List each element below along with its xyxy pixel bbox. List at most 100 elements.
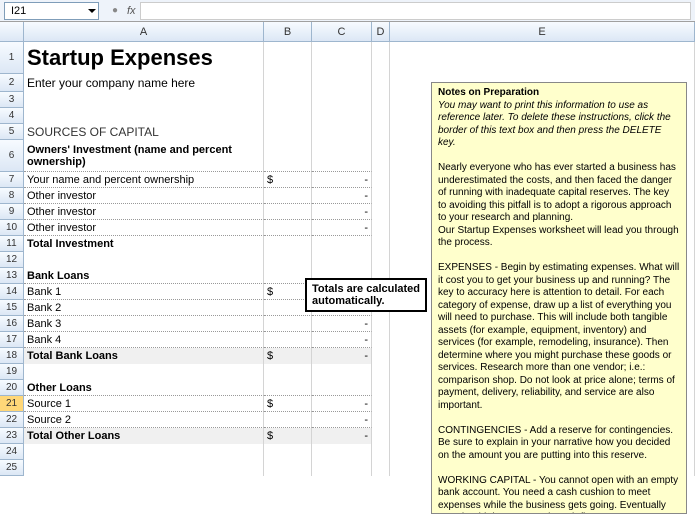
fx-icon[interactable]: fx xyxy=(127,5,136,17)
cell[interactable] xyxy=(264,188,312,204)
cell[interactable] xyxy=(372,188,390,204)
cell[interactable]: Owners' Investment (name and percent own… xyxy=(24,140,264,172)
cell[interactable]: SOURCES OF CAPITAL xyxy=(24,124,264,140)
cell[interactable] xyxy=(372,412,390,428)
cell[interactable]: - xyxy=(312,204,372,220)
cell[interactable] xyxy=(312,364,372,380)
cell[interactable] xyxy=(372,316,390,332)
cell[interactable] xyxy=(264,444,312,460)
cell[interactable]: - xyxy=(312,332,372,348)
cell[interactable] xyxy=(264,380,312,396)
row-header[interactable]: 10 xyxy=(0,220,24,236)
cell[interactable] xyxy=(264,460,312,476)
cell[interactable] xyxy=(372,124,390,140)
cell[interactable]: - xyxy=(312,316,372,332)
cell[interactable] xyxy=(372,204,390,220)
cell[interactable] xyxy=(24,364,264,380)
cell[interactable] xyxy=(372,364,390,380)
cell[interactable] xyxy=(372,444,390,460)
cell[interactable]: Other investor xyxy=(24,204,264,220)
cell[interactable]: Source 2 xyxy=(24,412,264,428)
row-header[interactable]: 21 xyxy=(0,396,24,412)
cell[interactable] xyxy=(372,396,390,412)
cell[interactable] xyxy=(24,444,264,460)
cell[interactable]: Startup Expenses xyxy=(24,42,264,74)
cell[interactable]: - xyxy=(312,220,372,236)
cell[interactable] xyxy=(312,460,372,476)
cell[interactable] xyxy=(264,92,312,108)
col-header-a[interactable]: A xyxy=(24,22,264,42)
cell[interactable]: $ xyxy=(264,348,312,364)
chevron-down-icon[interactable] xyxy=(88,9,96,13)
row-header[interactable]: 15 xyxy=(0,300,24,316)
row-header[interactable]: 2 xyxy=(0,74,24,92)
cell[interactable]: Total Other Loans xyxy=(24,428,264,444)
cell[interactable] xyxy=(264,140,312,172)
cell[interactable] xyxy=(372,348,390,364)
cell[interactable] xyxy=(264,74,312,92)
cell[interactable] xyxy=(372,460,390,476)
cell[interactable] xyxy=(24,252,264,268)
row-header[interactable]: 14 xyxy=(0,284,24,300)
row-header[interactable]: 6 xyxy=(0,140,24,172)
cell[interactable] xyxy=(24,92,264,108)
row-header[interactable]: 5 xyxy=(0,124,24,140)
cell[interactable]: Total Bank Loans xyxy=(24,348,264,364)
cell[interactable] xyxy=(24,108,264,124)
cell[interactable] xyxy=(312,108,372,124)
cell[interactable] xyxy=(264,412,312,428)
cell[interactable] xyxy=(390,42,695,74)
cell[interactable] xyxy=(372,108,390,124)
cell[interactable]: Bank 3 xyxy=(24,316,264,332)
cell[interactable] xyxy=(372,74,390,92)
cell[interactable] xyxy=(312,444,372,460)
cell[interactable] xyxy=(264,220,312,236)
cell[interactable] xyxy=(264,108,312,124)
row-header[interactable]: 17 xyxy=(0,332,24,348)
cell[interactable] xyxy=(24,460,264,476)
cell[interactable]: $ xyxy=(264,428,312,444)
cell[interactable]: Source 1 xyxy=(24,396,264,412)
row-header[interactable]: 8 xyxy=(0,188,24,204)
name-box[interactable]: I21 xyxy=(4,2,99,20)
cell[interactable]: $ xyxy=(264,396,312,412)
cell[interactable] xyxy=(312,92,372,108)
cell[interactable] xyxy=(372,140,390,172)
cell[interactable] xyxy=(312,140,372,172)
select-all-corner[interactable] xyxy=(0,22,24,42)
col-header-c[interactable]: C xyxy=(312,22,372,42)
cell[interactable] xyxy=(312,252,372,268)
cell[interactable]: Bank Loans xyxy=(24,268,264,284)
row-header[interactable]: 24 xyxy=(0,444,24,460)
row-header[interactable]: 4 xyxy=(0,108,24,124)
cell[interactable]: Bank 1 xyxy=(24,284,264,300)
cell[interactable]: Your name and percent ownership xyxy=(24,172,264,188)
cell[interactable] xyxy=(264,364,312,380)
cell[interactable] xyxy=(372,428,390,444)
row-header[interactable]: 23 xyxy=(0,428,24,444)
row-header[interactable]: 20 xyxy=(0,380,24,396)
cell[interactable]: Other investor xyxy=(24,220,264,236)
row-header[interactable]: 18 xyxy=(0,348,24,364)
cell[interactable] xyxy=(264,236,312,252)
row-header[interactable]: 16 xyxy=(0,316,24,332)
cell[interactable]: - xyxy=(312,412,372,428)
row-header[interactable]: 25 xyxy=(0,460,24,476)
cell[interactable]: - xyxy=(312,396,372,412)
cell[interactable] xyxy=(372,380,390,396)
cell[interactable] xyxy=(312,74,372,92)
cell[interactable] xyxy=(372,42,390,74)
cell[interactable] xyxy=(372,332,390,348)
row-header[interactable]: 11 xyxy=(0,236,24,252)
row-header[interactable]: 12 xyxy=(0,252,24,268)
cell[interactable]: Bank 2 xyxy=(24,300,264,316)
cell[interactable]: - xyxy=(312,348,372,364)
row-header[interactable]: 1 xyxy=(0,42,24,74)
row-header[interactable]: 3 xyxy=(0,92,24,108)
cell[interactable] xyxy=(264,332,312,348)
formula-input[interactable] xyxy=(140,2,691,20)
cell[interactable] xyxy=(264,124,312,140)
row-header[interactable]: 7 xyxy=(0,172,24,188)
cell[interactable]: - xyxy=(312,188,372,204)
cell[interactable]: - xyxy=(312,428,372,444)
